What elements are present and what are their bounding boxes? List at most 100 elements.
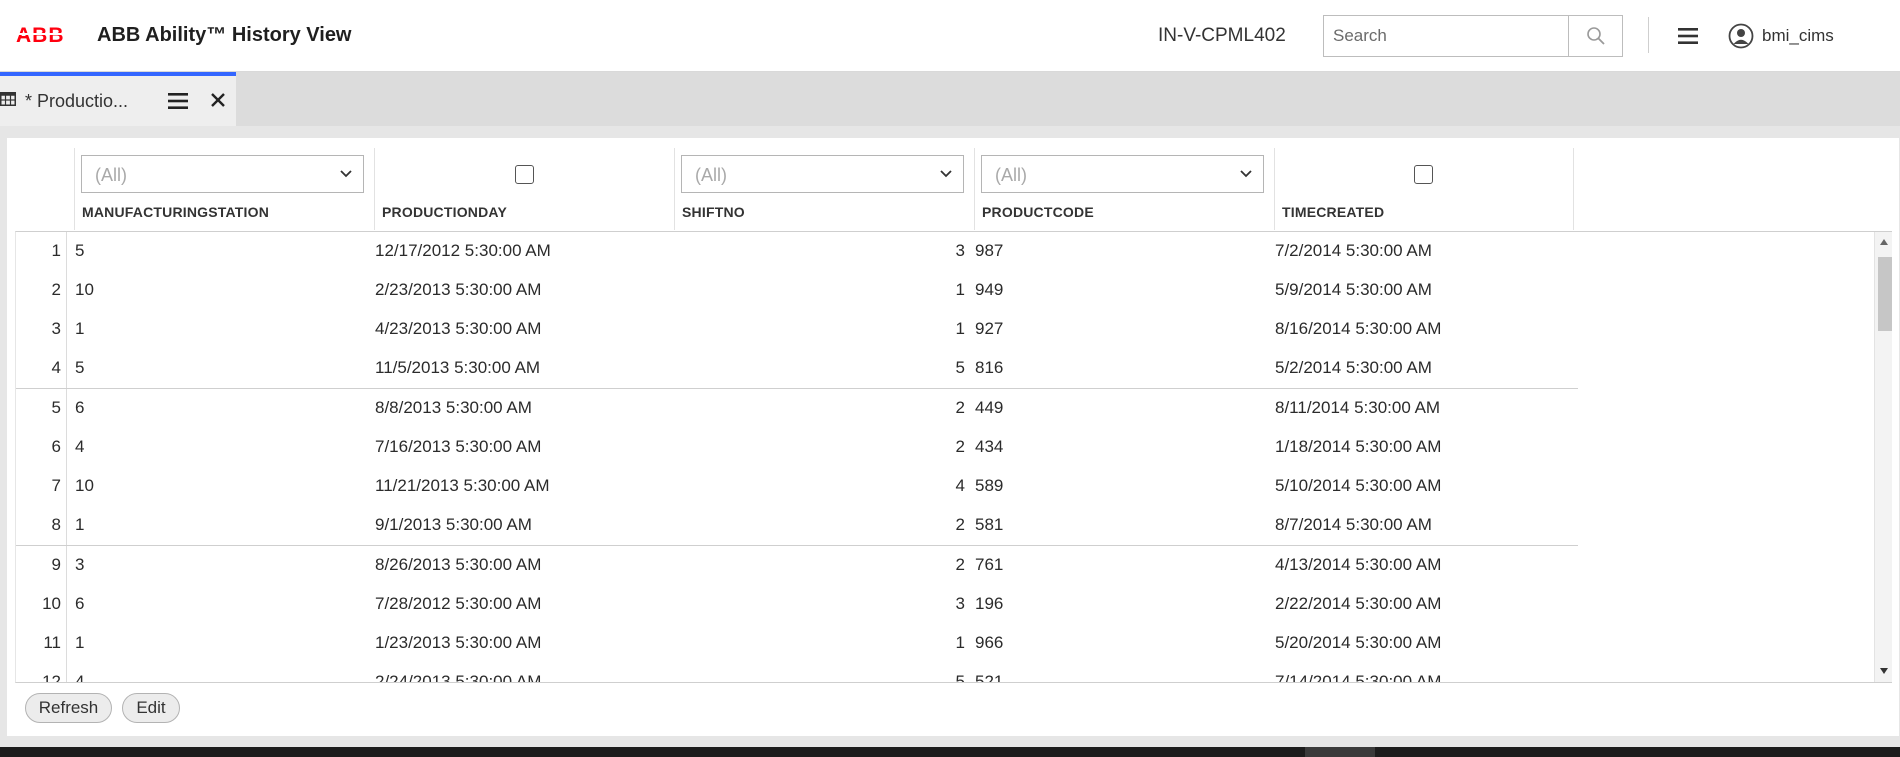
column-title[interactable]: PRODUCTCODE	[982, 204, 1094, 220]
cell-productcode: 196	[975, 594, 1004, 613]
filter-checkbox-productionday[interactable]	[514, 165, 534, 184]
filter-checkbox-timecreated[interactable]	[1414, 165, 1433, 184]
abb-logo: ABB	[16, 24, 68, 47]
table-row[interactable]: 4 5 11/5/2013 5:30:00 AM 5 816 5/2/2014 …	[16, 349, 1576, 388]
close-icon[interactable]	[210, 92, 226, 108]
refresh-button[interactable]: Refresh	[25, 693, 112, 723]
cell-station: 10	[75, 476, 94, 495]
cell-station: 6	[75, 398, 85, 417]
search-box	[1323, 15, 1623, 57]
cell-productcode: 581	[975, 515, 1004, 534]
table-row[interactable]: 1 5 12/17/2012 5:30:00 AM 3 987 7/2/2014…	[16, 232, 1576, 271]
chevron-down-icon	[340, 170, 352, 178]
cell-station: 4	[75, 672, 85, 683]
table-row[interactable]: 2 10 2/23/2013 5:30:00 AM 1 949 5/9/2014…	[16, 271, 1576, 310]
table-row[interactable]: 6 4 7/16/2013 5:30:00 AM 2 434 1/18/2014…	[16, 428, 1576, 467]
cell-timecreated: 8/7/2014 5:30:00 AM	[1275, 515, 1432, 534]
filter-select-value: (All)	[995, 165, 1027, 185]
table-row[interactable]: 7 10 11/21/2013 5:30:00 AM 4 589 5/10/20…	[16, 467, 1576, 506]
search-button[interactable]	[1568, 16, 1623, 56]
row-number: 4	[51, 358, 61, 377]
cell-station: 1	[75, 515, 85, 534]
table-grid-icon	[0, 92, 16, 106]
cell-timecreated: 5/10/2014 5:30:00 AM	[1275, 476, 1442, 495]
cell-shiftno: 2	[955, 555, 965, 574]
row-number: 3	[51, 319, 61, 338]
row-number: 12	[42, 672, 61, 683]
table-row[interactable]: 5 6 8/8/2013 5:30:00 AM 2 449 8/11/2014 …	[16, 389, 1576, 428]
filter-select-shiftno[interactable]: (All)	[681, 155, 964, 193]
cell-productionday: 2/23/2013 5:30:00 AM	[375, 280, 542, 299]
scrollbar-thumb[interactable]	[1878, 257, 1892, 331]
cell-shiftno: 2	[955, 398, 965, 417]
tab-bar: * Productio...	[0, 72, 1900, 126]
tab-label: * Productio...	[25, 91, 129, 111]
filter-select-manufacturingstation[interactable]: (All)	[81, 155, 364, 193]
column-header-productionday: PRODUCTIONDAY	[374, 148, 674, 230]
tab-production[interactable]: * Productio...	[0, 72, 236, 126]
row-number: 9	[51, 555, 61, 574]
topbar-divider	[1648, 17, 1649, 53]
cell-productionday: 2/24/2013 5:30:00 AM	[375, 672, 542, 683]
user-avatar-icon[interactable]	[1728, 23, 1754, 49]
row-number: 6	[51, 437, 61, 456]
filter-select-value: (All)	[95, 165, 127, 185]
search-input[interactable]	[1324, 16, 1567, 56]
cell-shiftno: 1	[955, 633, 965, 652]
tab-menu-icon[interactable]	[168, 92, 188, 110]
main-menu-button[interactable]	[1675, 24, 1701, 48]
cell-station: 5	[75, 241, 85, 260]
vertical-scrollbar[interactable]	[1874, 232, 1892, 682]
cell-productionday: 7/16/2013 5:30:00 AM	[375, 437, 542, 456]
cell-productcode: 434	[975, 437, 1004, 456]
column-header-row: (All) MANUFACTURINGSTATION PRODUCTIONDAY…	[7, 148, 1574, 230]
cell-station: 6	[75, 594, 85, 613]
cell-shiftno: 5	[955, 672, 965, 683]
cell-productionday: 8/8/2013 5:30:00 AM	[375, 398, 532, 417]
server-name: IN-V-CPML402	[1158, 25, 1286, 46]
column-title[interactable]: SHIFTNO	[682, 204, 745, 220]
cell-shiftno: 3	[955, 594, 965, 613]
edit-button[interactable]: Edit	[122, 693, 180, 723]
cell-productionday: 12/17/2012 5:30:00 AM	[375, 241, 551, 260]
table-row[interactable]: 9 3 8/26/2013 5:30:00 AM 2 761 4/13/2014…	[16, 546, 1576, 585]
filter-select-productcode[interactable]: (All)	[981, 155, 1264, 193]
table-row[interactable]: 12 4 2/24/2013 5:30:00 AM 5 521 7/14/201…	[16, 663, 1576, 683]
cell-timecreated: 5/2/2014 5:30:00 AM	[1275, 358, 1432, 377]
chevron-down-icon	[940, 170, 952, 178]
cell-productionday: 4/23/2013 5:30:00 AM	[375, 319, 542, 338]
cell-shiftno: 4	[955, 476, 965, 495]
content-panel: (All) MANUFACTURINGSTATION PRODUCTIONDAY…	[7, 138, 1899, 736]
row-number: 1	[51, 241, 61, 260]
top-bar: ABB ABB Ability™ History View IN-V-CPML4…	[0, 0, 1900, 72]
cell-shiftno: 5	[955, 358, 965, 377]
column-title[interactable]: MANUFACTURINGSTATION	[82, 204, 269, 220]
column-title[interactable]: PRODUCTIONDAY	[382, 204, 507, 220]
data-grid: 1 5 12/17/2012 5:30:00 AM 3 987 7/2/2014…	[15, 231, 1892, 683]
cell-timecreated: 5/20/2014 5:30:00 AM	[1275, 633, 1442, 652]
scroll-down-arrow-icon[interactable]	[1879, 667, 1889, 675]
row-number: 7	[51, 476, 61, 495]
table-row[interactable]: 10 6 7/28/2012 5:30:00 AM 3 196 2/22/201…	[16, 585, 1576, 624]
cell-productcode: 589	[975, 476, 1004, 495]
cell-productionday: 11/5/2013 5:30:00 AM	[375, 358, 541, 377]
cell-productionday: 8/26/2013 5:30:00 AM	[375, 555, 542, 574]
cell-station: 10	[75, 280, 94, 299]
cell-shiftno: 3	[955, 241, 965, 260]
cell-productionday: 7/28/2012 5:30:00 AM	[375, 594, 542, 613]
cell-productionday: 9/1/2013 5:30:00 AM	[375, 515, 532, 534]
cell-shiftno: 2	[955, 437, 965, 456]
table-row[interactable]: 8 1 9/1/2013 5:30:00 AM 2 581 8/7/2014 5…	[16, 506, 1576, 545]
taskbar-highlight	[1305, 747, 1375, 757]
cell-timecreated: 4/13/2014 5:30:00 AM	[1275, 555, 1442, 574]
user-name[interactable]: bmi_cims	[1762, 26, 1834, 46]
table-row[interactable]: 3 1 4/23/2013 5:30:00 AM 1 927 8/16/2014…	[16, 310, 1576, 349]
cell-timecreated: 2/22/2014 5:30:00 AM	[1275, 594, 1442, 613]
row-number: 5	[51, 398, 61, 417]
app-title: ABB Ability™ History View	[97, 24, 352, 46]
column-title[interactable]: TIMECREATED	[1282, 204, 1384, 220]
cell-timecreated: 7/2/2014 5:30:00 AM	[1275, 241, 1432, 260]
column-header-timecreated: TIMECREATED	[1274, 148, 1574, 230]
table-row[interactable]: 11 1 1/23/2013 5:30:00 AM 1 966 5/20/201…	[16, 624, 1576, 663]
scroll-up-arrow-icon[interactable]	[1879, 238, 1889, 246]
